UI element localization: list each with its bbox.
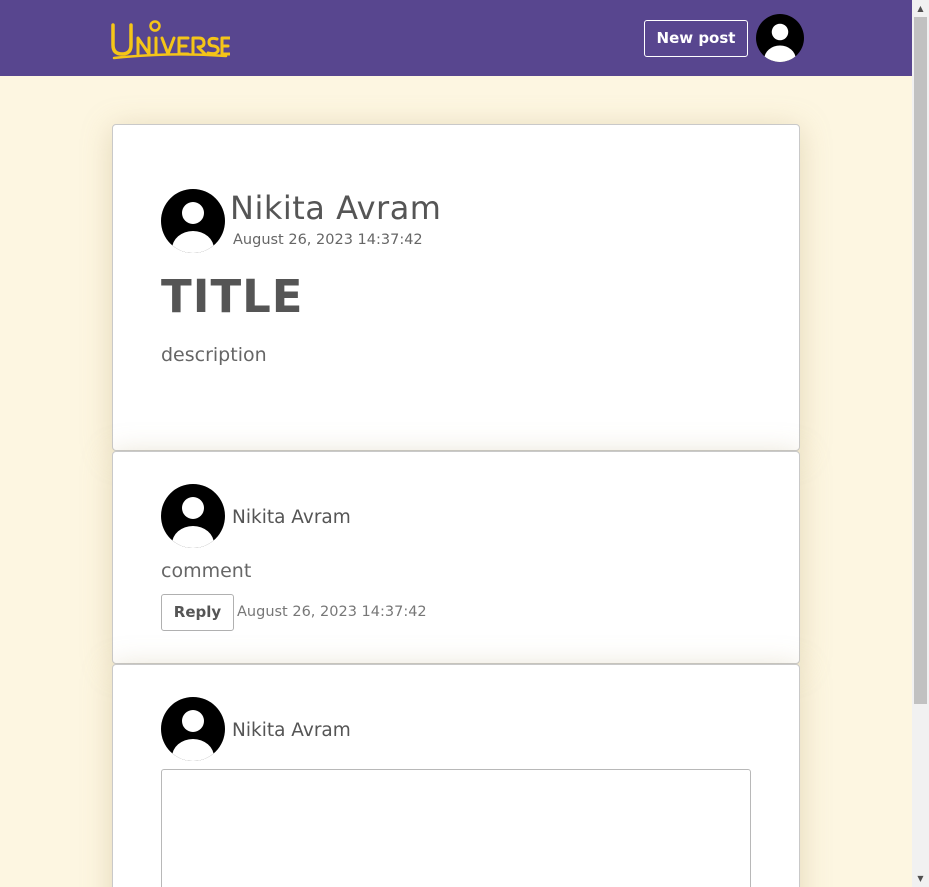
comment-author-avatar-icon[interactable] [161,484,225,548]
post-author-name[interactable]: Nikita Avram [230,189,441,227]
post-card: Nikita Avram August 26, 2023 14:37:42 TI… [112,124,800,451]
post-description: description [161,344,267,366]
universe-logo[interactable]: Universe [110,16,232,62]
comment-input[interactable] [161,769,751,887]
scroll-up-arrow-icon[interactable]: ▲ [912,0,929,17]
scrollbar-thumb[interactable] [914,17,927,704]
comment-author-name[interactable]: Nikita Avram [232,507,351,528]
compose-author-name[interactable]: Nikita Avram [232,720,351,741]
top-navbar: Universe New post [0,0,912,76]
comment-card: Nikita Avram comment Reply August 26, 20… [112,451,800,664]
compose-comment-card: Nikita Avram [112,664,800,887]
scroll-down-arrow-icon[interactable]: ▼ [912,870,929,887]
logo-text: Universe [230,16,231,17]
universe-logo-wordmark [111,20,232,60]
post-title: TITLE [161,270,304,323]
comment-date: August 26, 2023 14:37:42 [237,604,427,620]
post-date: August 26, 2023 14:37:42 [233,232,423,248]
reply-button[interactable]: Reply [161,594,234,631]
compose-author-avatar-icon[interactable] [161,697,225,761]
user-avatar-icon[interactable] [756,14,804,62]
page-viewport: Universe New post [0,0,912,887]
comment-text: comment [161,560,252,582]
vertical-scrollbar[interactable]: ▲ ▼ [912,0,929,887]
new-post-button[interactable]: New post [644,20,748,57]
post-author-avatar-icon[interactable] [161,189,225,253]
